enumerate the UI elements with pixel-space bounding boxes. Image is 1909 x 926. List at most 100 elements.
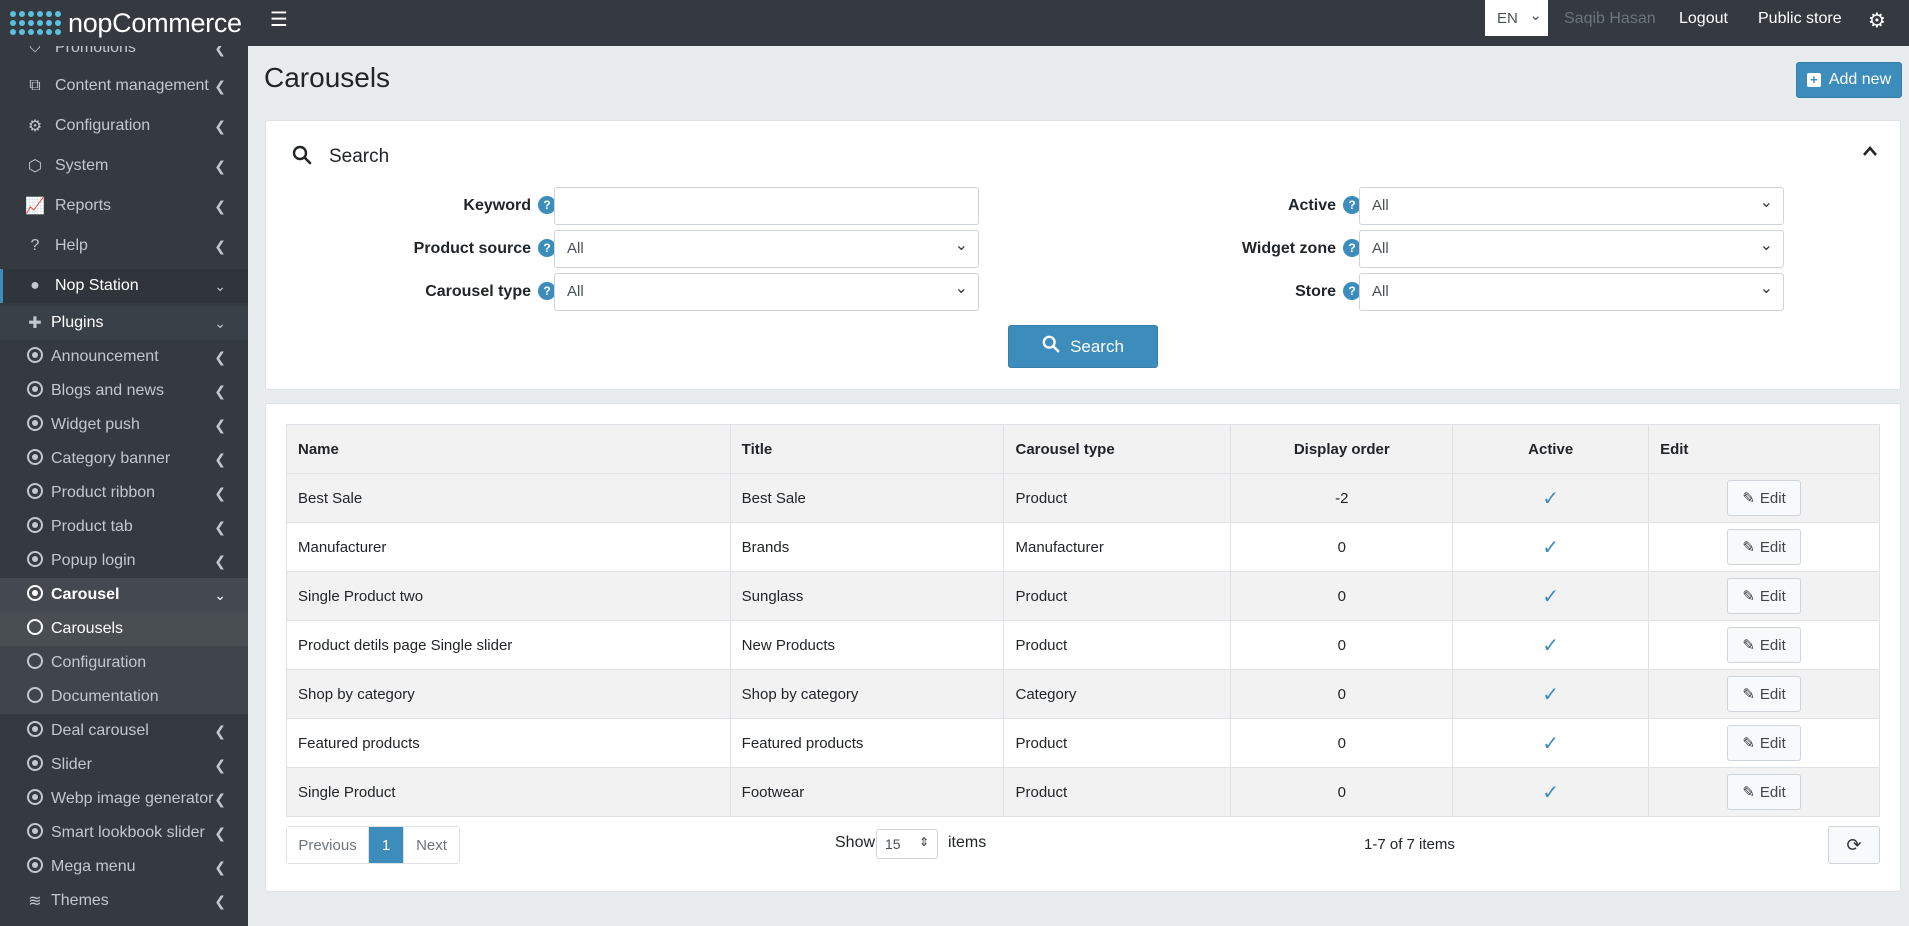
sidebar-item-carousel-configuration[interactable]: Configuration (0, 646, 248, 680)
radio-dot-icon (24, 550, 46, 572)
public-store-link[interactable]: Public store (1758, 10, 1842, 28)
sidebar-item-mega-menu[interactable]: Mega menu ❮ (0, 850, 248, 884)
sidebar-item-themes[interactable]: ≋ Themes ❮ (0, 884, 248, 918)
active-select[interactable]: All (1359, 187, 1784, 225)
logout-link[interactable]: Logout (1679, 10, 1728, 28)
column-header-name[interactable]: Name (286, 424, 731, 474)
edit-button[interactable]: ✎ Edit (1727, 627, 1802, 663)
add-new-label: Add new (1828, 71, 1892, 88)
hamburger-icon[interactable]: ☰ (270, 10, 290, 30)
sidebar-item-product-tab[interactable]: Product tab ❮ (0, 510, 248, 544)
cell-carousel-type: Category (1003, 669, 1232, 719)
sidebar-item-product-ribbon[interactable]: Product ribbon ❮ (0, 476, 248, 510)
cell-carousel-type: Product (1003, 571, 1232, 621)
cube-icon: ⬡ (28, 158, 42, 175)
edit-button[interactable]: ✎ Edit (1727, 774, 1802, 810)
cell-carousel-type: Product (1003, 473, 1232, 523)
sidebar-item-reports[interactable]: 📈 Reports ❮ (0, 189, 248, 223)
cell-edit: ✎ Edit (1648, 522, 1880, 572)
page-size-select[interactable]: 15 (876, 829, 938, 859)
cell-edit: ✎ Edit (1648, 718, 1880, 768)
sidebar-item-configuration[interactable]: ⚙ Configuration ❮ (0, 109, 248, 143)
keyword-input[interactable] (554, 187, 979, 225)
sidebar-item-label: Widget push (51, 416, 140, 433)
sidebar-item-help[interactable]: ? Help ❮ (0, 229, 248, 263)
edit-label: Edit (1759, 685, 1786, 703)
search-panel-title[interactable]: Search (329, 146, 389, 168)
chevron-down-icon: ⌄ (1529, 7, 1542, 24)
sidebar-item-category-banner[interactable]: Category banner ❮ (0, 442, 248, 476)
items-label: items (948, 834, 987, 851)
table-row: Shop by category Shop by category Catego… (286, 669, 1880, 719)
keyword-label-text: Keyword (463, 197, 531, 214)
language-select[interactable]: EN ⌄ (1485, 0, 1548, 36)
sidebar-item-label: Nop Station (55, 277, 139, 294)
user-name-link[interactable]: Saqib Hasan (1564, 10, 1656, 28)
search-icon (292, 145, 312, 171)
refresh-button[interactable]: ⟳ (1828, 826, 1880, 864)
store-select[interactable]: All (1359, 273, 1784, 311)
cell-active: ✓ (1452, 669, 1650, 719)
cell-carousel-type: Product (1003, 718, 1232, 768)
cell-title: Footwear (729, 767, 1005, 817)
edit-button[interactable]: ✎ Edit (1727, 529, 1802, 565)
sidebar-item-promotions[interactable]: ⛉ Promotions ❮ (0, 46, 248, 65)
cubes-icon: ⧉ (29, 77, 41, 94)
chevron-left-icon: ❮ (214, 858, 226, 875)
add-new-button[interactable]: + Add new (1796, 62, 1902, 98)
sidebar-item-carousel[interactable]: Carousel ⌄ (0, 578, 248, 612)
sidebar-item-plugins[interactable]: ✚ Plugins ⌄ (0, 306, 248, 340)
sidebar-item-nop-station[interactable]: ● Nop Station ⌄ (0, 269, 248, 303)
search-button[interactable]: Search (1008, 325, 1158, 368)
edit-button[interactable]: ✎ Edit (1727, 676, 1802, 712)
sidebar-item-label: Product ribbon (51, 484, 156, 501)
cell-edit: ✎ Edit (1648, 473, 1880, 523)
gears-icon[interactable]: ⚙ (1868, 8, 1886, 33)
column-header-display-order[interactable]: Display order (1230, 424, 1454, 474)
sidebar-item-webp-image-generator[interactable]: Webp image generator ❮ (0, 782, 248, 816)
sidebar-item-label: Help (55, 237, 88, 254)
chevron-left-icon: ❮ (214, 382, 226, 399)
sidebar-item-label: Smart lookbook slider (51, 824, 205, 841)
sidebar-item-content-management[interactable]: ⧉ Content management ❮ (0, 69, 248, 103)
sidebar-item-carousel-documentation[interactable]: Documentation (0, 680, 248, 714)
chevron-up-icon[interactable] (1862, 141, 1878, 162)
pencil-icon: ✎ (1742, 686, 1755, 703)
table-row: Single Product Footwear Product 0 ✓ ✎ Edi… (286, 767, 1880, 817)
cell-title: Best Sale (729, 473, 1005, 523)
logo-dots-icon (10, 5, 62, 41)
sidebar-item-announcement[interactable]: Announcement ❮ (0, 340, 248, 374)
cell-display-order: 0 (1230, 571, 1454, 621)
sidebar-item-widget-push[interactable]: Widget push ❮ (0, 408, 248, 442)
sidebar-item-deal-carousel[interactable]: Deal carousel ❮ (0, 714, 248, 748)
check-icon: ✓ (1542, 781, 1560, 804)
edit-button[interactable]: ✎ Edit (1727, 725, 1802, 761)
sidebar-item-slider[interactable]: Slider ❮ (0, 748, 248, 782)
column-header-carousel-type[interactable]: Carousel type (1003, 424, 1232, 474)
radio-empty-icon (24, 652, 46, 674)
nopcommerce-logo[interactable]: nopCommerce (10, 0, 248, 46)
sidebar-item-carousels[interactable]: Carousels (0, 612, 248, 646)
line-chart-icon: 📈 (25, 198, 45, 215)
sidebar-item-system[interactable]: ⬡ System ❮ (0, 149, 248, 183)
sidebar-item-smart-lookbook-slider[interactable]: Smart lookbook slider ❮ (0, 816, 248, 850)
page-1-button[interactable]: 1 (369, 827, 403, 863)
store-label: Store? (1146, 282, 1361, 301)
table-row: Product detils page Single slider New Pr… (286, 620, 1880, 670)
product-source-select[interactable]: All (554, 230, 979, 268)
carousel-type-select[interactable]: All (554, 273, 979, 311)
column-header-active[interactable]: Active (1452, 424, 1650, 474)
sidebar-item-label: Slider (51, 756, 92, 773)
sidebar-item-blogs-and-news[interactable]: Blogs and news ❮ (0, 374, 248, 408)
table-row: Manufacturer Brands Manufacturer 0 ✓ ✎ Ed… (286, 522, 1880, 572)
edit-button[interactable]: ✎ Edit (1727, 578, 1802, 614)
chevron-left-icon: ❮ (214, 46, 226, 56)
widget-zone-select[interactable]: All (1359, 230, 1784, 268)
edit-button[interactable]: ✎ Edit (1727, 480, 1802, 516)
previous-page-button[interactable]: Previous (287, 827, 369, 863)
radio-dot-icon (24, 720, 46, 742)
column-header-title[interactable]: Title (729, 424, 1005, 474)
sidebar-item-popup-login[interactable]: Popup login ❮ (0, 544, 248, 578)
next-page-button[interactable]: Next (403, 827, 459, 863)
chevron-left-icon: ❮ (214, 117, 226, 134)
